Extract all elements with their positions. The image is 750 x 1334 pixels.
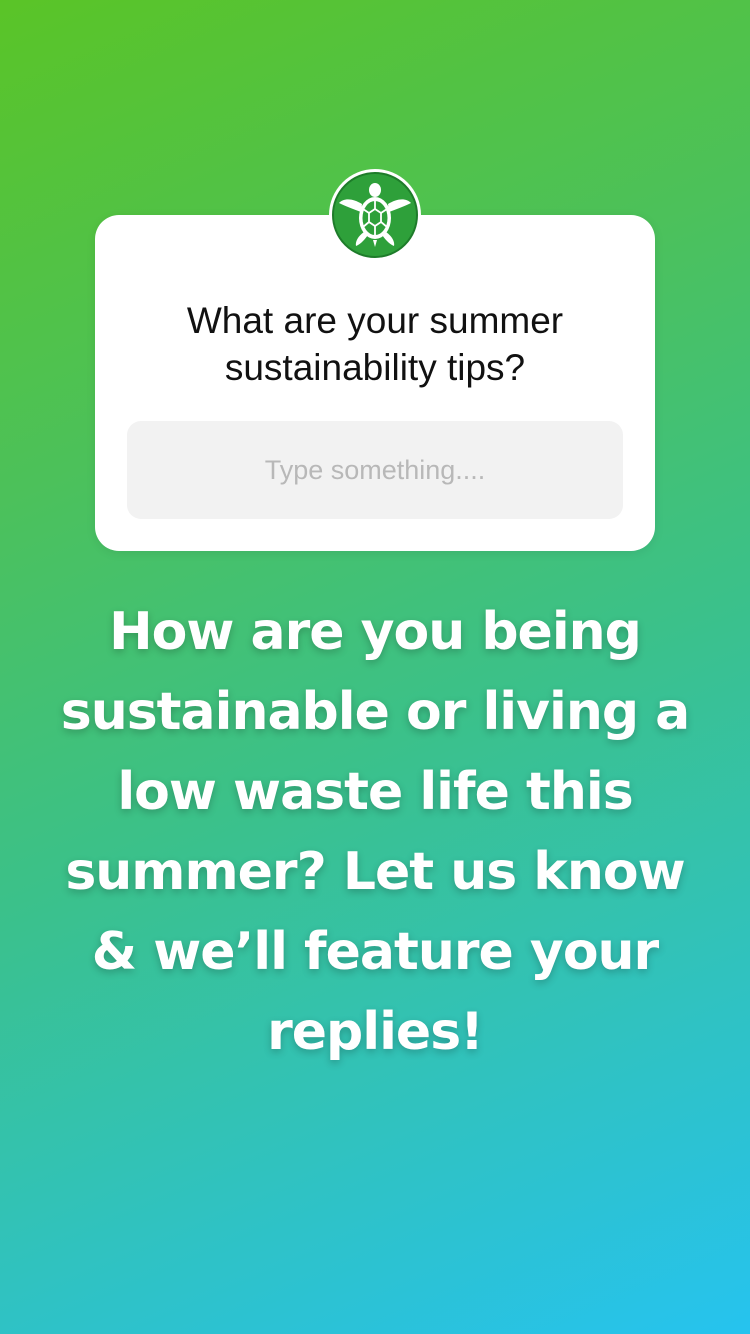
story-caption: How are you being sustainable or living … <box>60 602 691 1062</box>
turtle-icon <box>339 183 411 247</box>
avatar-badge <box>332 172 418 258</box>
story-canvas: What are your summer sustainability tips… <box>0 0 750 1334</box>
answer-input[interactable]: Type something.... <box>127 421 623 519</box>
profile-avatar[interactable] <box>329 169 421 261</box>
question-text: What are your summer sustainability tips… <box>186 300 564 388</box>
question-sticker[interactable]: What are your summer sustainability tips… <box>95 215 655 551</box>
